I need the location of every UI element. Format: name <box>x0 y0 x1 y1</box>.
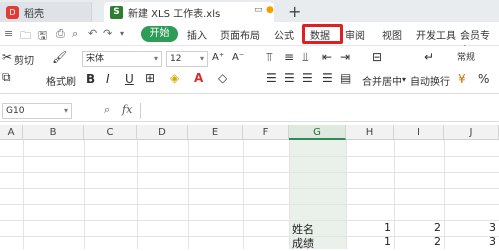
grid-line <box>0 156 499 157</box>
column-header-C[interactable]: C <box>84 125 137 140</box>
name-box[interactable]: G10 ▾ <box>2 103 72 119</box>
name-box-value: G10 <box>6 106 25 116</box>
percent-icon[interactable]: % <box>478 72 489 86</box>
print-preview-icon[interactable]: ⌕ <box>72 27 78 41</box>
data-menu-highlight-box <box>302 24 343 44</box>
ribbon-toolbar: ✂ 剪切 🖌 格式刷 ⧉ 宋体 ▾ 12 ▾ A⁺ A⁻ B I U ⊞ ◈ A… <box>0 46 499 94</box>
cell-value[interactable]: 2 <box>394 221 441 234</box>
align-center-icon[interactable]: ☰ <box>284 71 295 85</box>
column-header-E[interactable]: E <box>188 125 243 140</box>
chevron-down-icon[interactable]: ▾ <box>402 75 406 84</box>
tab-home-label: 稻壳 <box>24 8 44 20</box>
number-format-select[interactable]: 常规 <box>454 51 498 67</box>
number-format-value: 常规 <box>457 53 476 63</box>
justify-icon[interactable]: ☰ <box>322 71 333 85</box>
menu-view[interactable]: 视图 <box>382 27 402 42</box>
format-painter-button[interactable]: 格式刷 <box>46 73 76 88</box>
cell-value[interactable]: 2 <box>394 235 441 248</box>
wrap-text-button[interactable]: 自动换行 <box>410 73 450 88</box>
cell-value[interactable]: 1 <box>346 221 391 234</box>
align-right-icon[interactable]: ☰ <box>302 71 313 85</box>
italic-button[interactable]: I <box>106 72 110 86</box>
menu-insert[interactable]: 插入 <box>187 27 207 42</box>
grow-font-button[interactable]: A⁺ <box>212 52 224 63</box>
spreadsheet-logo-icon: S <box>110 5 123 19</box>
menu-review[interactable]: 审阅 <box>345 27 365 42</box>
undo-icon[interactable]: ↶ <box>88 27 97 40</box>
column-header-H[interactable]: H <box>346 125 394 140</box>
clear-format-icon[interactable]: ◇ <box>218 71 227 85</box>
align-left-icon[interactable]: ☰ <box>266 71 277 85</box>
distribute-icon[interactable]: ▤ <box>340 71 351 85</box>
formula-input[interactable] <box>140 103 496 119</box>
unsaved-dot-icon: ● <box>266 5 274 15</box>
column-header-B[interactable]: B <box>23 125 84 140</box>
quick-access-dropdown-icon[interactable]: ▾ <box>120 29 124 38</box>
column-header-A[interactable]: A <box>0 125 23 140</box>
menu-bar: ≡ 🗀 🖫 ⎙ ⌕ ↶ ↷ ▾ 开始 插入 页面布局 公式 数据 审阅 视图 开… <box>0 22 499 57</box>
menu-start[interactable]: 开始 <box>141 26 178 42</box>
scissors-icon[interactable]: ✂ <box>2 50 12 64</box>
grid-line <box>0 172 499 173</box>
docer-logo-icon: D <box>6 5 19 19</box>
print-icon[interactable]: ⎙ <box>56 27 65 41</box>
grid-line <box>0 188 499 189</box>
currency-icon[interactable]: ¥ <box>458 72 466 86</box>
chevron-down-icon: ▾ <box>199 54 204 63</box>
menu-formula[interactable]: 公式 <box>274 27 294 42</box>
font-family-value: 宋体 <box>86 54 105 64</box>
copy-icon[interactable]: ⧉ <box>2 70 11 85</box>
font-size-value: 12 <box>170 54 182 64</box>
open-folder-icon[interactable]: 🗀 <box>20 27 31 46</box>
menu-page-layout[interactable]: 页面布局 <box>220 27 260 42</box>
align-top-icon[interactable]: ⫪ <box>266 50 273 65</box>
chevron-down-icon: ▾ <box>153 54 158 63</box>
align-middle-icon[interactable]: ≡ <box>284 50 294 64</box>
cell-value[interactable]: 3 <box>444 235 496 248</box>
format-painter-icon[interactable]: 🖌 <box>52 50 67 64</box>
merge-center-icon[interactable]: ⊟ <box>372 50 382 64</box>
grid-line <box>0 204 499 205</box>
chevron-down-icon: ▾ <box>63 106 68 115</box>
column-header-J[interactable]: J <box>444 125 499 140</box>
cell-value[interactable]: 3 <box>444 221 496 234</box>
cell-value[interactable]: 1 <box>346 235 391 248</box>
fill-color-icon[interactable]: ◈ <box>170 71 179 85</box>
font-color-button[interactable]: A <box>194 71 203 85</box>
menu-developer[interactable]: 开发工具 <box>416 27 456 42</box>
underline-button[interactable]: U <box>125 72 134 86</box>
font-family-select[interactable]: 宋体 ▾ <box>82 51 162 67</box>
tab-home[interactable]: D 稻壳 <box>0 2 92 22</box>
menu-icon[interactable]: ≡ <box>4 27 13 40</box>
spreadsheet-grid[interactable]: A B C D E F G H I J 姓名 1 2 3 成绩 1 2 3 <box>0 125 499 250</box>
zoom-icon[interactable]: ⌕ <box>104 103 110 117</box>
wrap-text-icon[interactable]: ↵ <box>424 50 434 64</box>
window-tab-bar: D 稻壳 S 新建 XLS 工作表.xls ▭ ● + <box>0 0 499 22</box>
window-restore-icon[interactable]: ▭ <box>254 5 263 15</box>
tab-document[interactable]: S 新建 XLS 工作表.xls ▭ ● <box>104 2 274 22</box>
border-icon[interactable]: ⊞ <box>145 71 155 85</box>
indent-decrease-icon[interactable]: ⇤ <box>322 50 332 64</box>
column-header-D[interactable]: D <box>137 125 188 140</box>
tab-document-label: 新建 XLS 工作表.xls <box>128 8 221 20</box>
shrink-font-button[interactable]: A⁻ <box>232 52 244 63</box>
merge-center-button[interactable]: 合并居中 <box>362 73 402 88</box>
align-bottom-icon[interactable]: ⫫ <box>302 50 309 65</box>
new-tab-button[interactable]: + <box>288 2 301 21</box>
indent-increase-icon[interactable]: ⇥ <box>340 50 350 64</box>
redo-icon[interactable]: ↷ <box>103 27 112 40</box>
cut-button[interactable]: 剪切 <box>14 52 34 67</box>
function-button[interactable]: fx <box>122 103 132 116</box>
formula-bar: G10 ▾ ⌕ fx <box>0 100 499 122</box>
save-icon[interactable]: 🖫 <box>38 27 47 46</box>
column-header-G[interactable]: G <box>289 125 346 140</box>
font-size-select[interactable]: 12 ▾ <box>166 51 208 67</box>
bold-button[interactable]: B <box>86 72 95 86</box>
column-header-F[interactable]: F <box>243 125 289 140</box>
column-header-I[interactable]: I <box>394 125 444 140</box>
